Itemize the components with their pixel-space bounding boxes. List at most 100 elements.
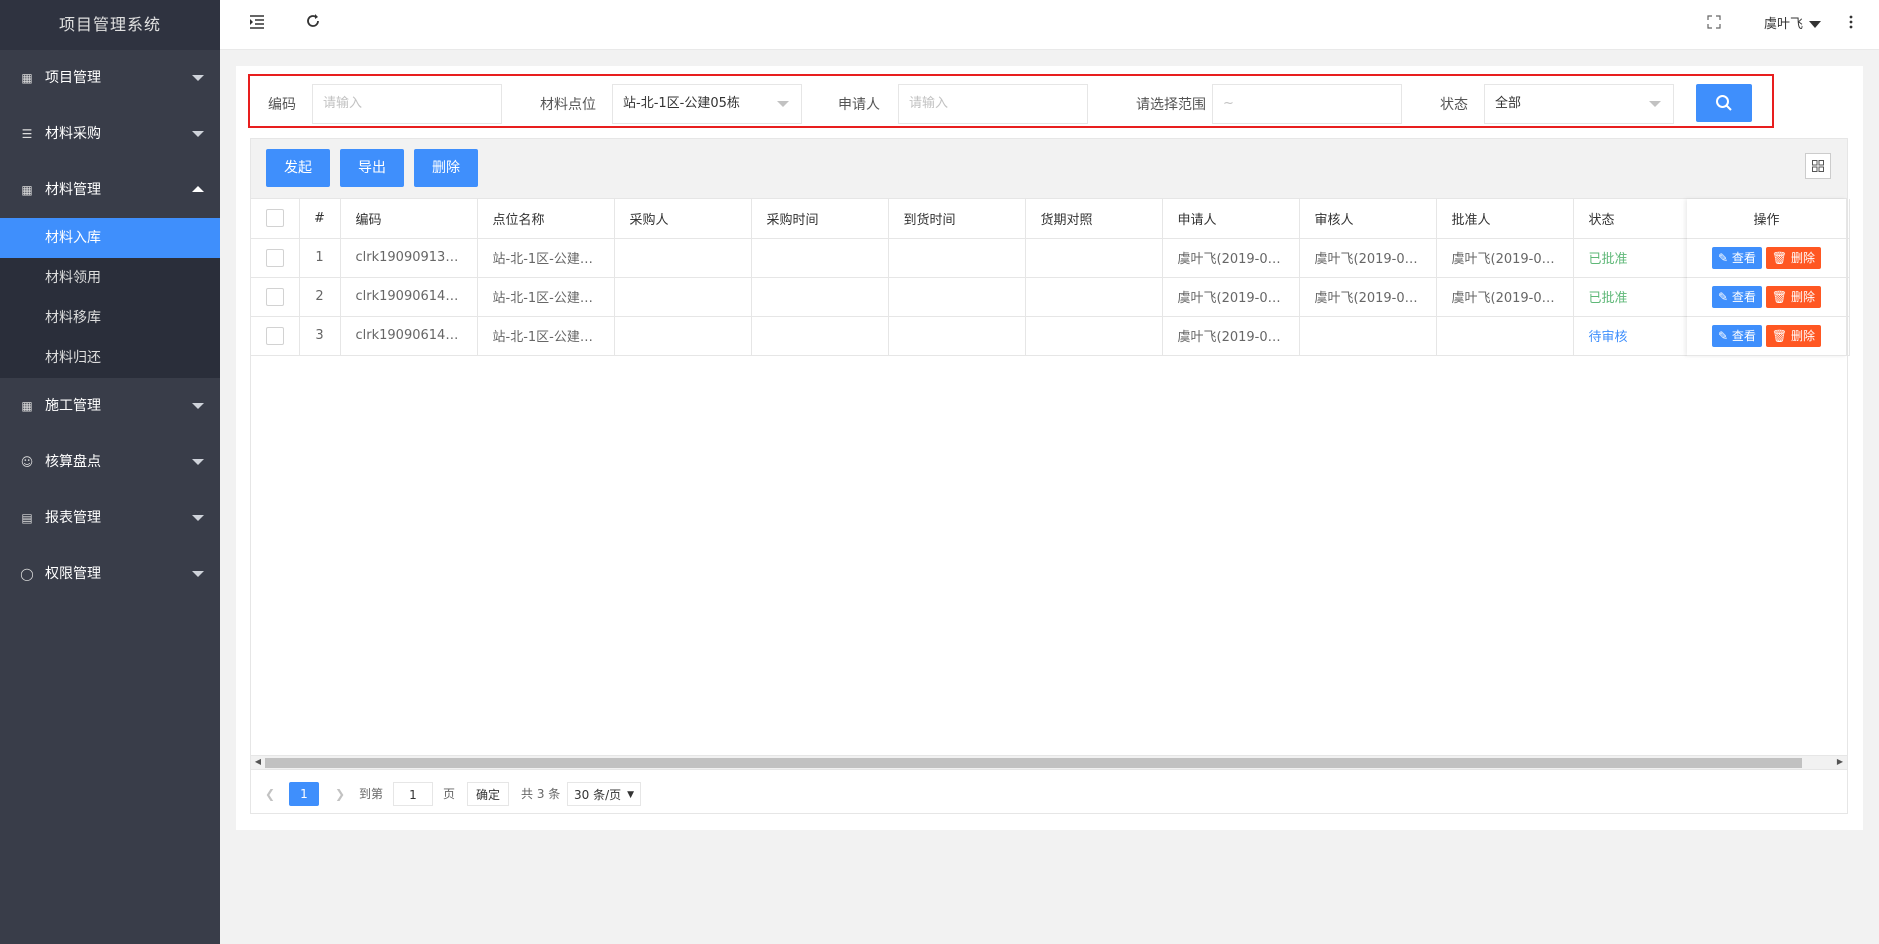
view-button-label: 查看 bbox=[1731, 289, 1756, 304]
sidebar-item-purchase[interactable]: ☰ 材料采购 bbox=[0, 106, 220, 162]
cell-applicant: 虞叶飞(2019-0… bbox=[1162, 316, 1300, 356]
goto-confirm-button[interactable]: 确定 bbox=[467, 782, 510, 806]
cell-arrive-time bbox=[888, 277, 1026, 317]
applicant-input[interactable]: 请输入 bbox=[898, 84, 1088, 124]
col-header-buy-time[interactable]: 采购时间 bbox=[751, 199, 889, 239]
table-header-row: # 编码 点位名称 采购人 采购时间 到货时间 货期对照 申请人 审核人 批准人… bbox=[251, 199, 1850, 239]
goto-page-input[interactable]: 1 bbox=[393, 782, 433, 806]
sidebar-item-label: 报表管理 bbox=[45, 510, 101, 526]
cell-compare bbox=[1025, 277, 1163, 317]
submenu-item-transfer[interactable]: 材料移库 bbox=[0, 298, 220, 338]
cell-compare bbox=[1025, 238, 1163, 278]
submenu-item-return[interactable]: 材料归还 bbox=[0, 338, 220, 378]
row-checkbox[interactable] bbox=[265, 326, 284, 345]
sidebar-item-reports[interactable]: ▤ 报表管理 bbox=[0, 490, 220, 546]
submenu-item-inbound[interactable]: 材料入库 bbox=[0, 218, 220, 258]
menu-collapse-icon[interactable] bbox=[246, 13, 268, 35]
user-menu[interactable]: 虞叶飞 bbox=[1764, 0, 1821, 50]
col-header-point[interactable]: 点位名称 bbox=[477, 199, 615, 239]
row-delete-button[interactable]: 🗑 删除 bbox=[1765, 285, 1821, 308]
chevron-down-icon bbox=[192, 515, 204, 521]
delete-button-label: 删除 bbox=[1790, 289, 1815, 304]
row-checkbox[interactable] bbox=[265, 248, 284, 267]
page-number-current[interactable]: 1 bbox=[289, 782, 319, 806]
row-checkbox-cell[interactable] bbox=[251, 238, 300, 278]
view-button[interactable]: ✎ 查看 bbox=[1712, 285, 1762, 308]
fullscreen-icon[interactable] bbox=[1703, 13, 1725, 35]
cell-status: 待审核 bbox=[1573, 316, 1690, 356]
export-button[interactable]: 导出 bbox=[340, 149, 404, 187]
column-filter-button[interactable] bbox=[1805, 153, 1831, 179]
row-checkbox[interactable] bbox=[265, 287, 284, 306]
sidebar-item-material[interactable]: ▦ 材料管理 bbox=[0, 162, 220, 218]
point-select[interactable]: 站-北-1区-公建05栋 bbox=[612, 84, 802, 124]
code-input[interactable]: 请输入 bbox=[312, 84, 502, 124]
actions-cell: ✎ 查看 🗑 删除 bbox=[1687, 316, 1847, 356]
applicant-label: 申请人 bbox=[838, 97, 880, 113]
view-button[interactable]: ✎ 查看 bbox=[1712, 324, 1762, 347]
select-all-checkbox[interactable] bbox=[265, 209, 284, 228]
table-row[interactable]: 1 clrk1909091343… 站-北-1区-公建… 虞叶飞(2019-0…… bbox=[251, 238, 1850, 278]
next-page-icon[interactable]: ❯ bbox=[335, 782, 345, 806]
delete-button-label: 删除 bbox=[1790, 250, 1815, 265]
submenu-item-requisition[interactable]: 材料领用 bbox=[0, 258, 220, 298]
col-header-status[interactable]: 状态 bbox=[1573, 199, 1690, 239]
chevron-down-icon bbox=[192, 131, 204, 137]
row-delete-button[interactable]: 🗑 删除 bbox=[1765, 246, 1821, 269]
row-checkbox-cell[interactable] bbox=[251, 277, 300, 317]
row-delete-button[interactable]: 🗑 删除 bbox=[1765, 324, 1821, 347]
scroll-left-icon[interactable]: ◀ bbox=[252, 757, 264, 766]
page-size-value: 30 条/页 bbox=[574, 788, 622, 802]
chevron-down-icon bbox=[192, 75, 204, 81]
cell-index: 2 bbox=[299, 277, 341, 317]
cell-code: clrk1909061422… bbox=[340, 316, 478, 356]
sidebar-item-label: 材料采购 bbox=[45, 126, 101, 142]
sidebar-item-label: 核算盘点 bbox=[45, 454, 101, 470]
point-label: 材料点位 bbox=[540, 97, 596, 113]
sidebar-item-permissions[interactable]: ◯ 权限管理 bbox=[0, 546, 220, 602]
cell-code: clrk1909061422… bbox=[340, 277, 478, 317]
table-row[interactable]: 3 clrk1909061422… 站-北-1区-公建… 虞叶飞(2019-0…… bbox=[251, 316, 1850, 356]
cell-status: 已批准 bbox=[1573, 238, 1690, 278]
grid-icon: ▦ bbox=[21, 71, 33, 85]
code-label: 编码 bbox=[268, 97, 296, 113]
data-table: # 编码 点位名称 采购人 采购时间 到货时间 货期对照 申请人 审核人 批准人… bbox=[251, 199, 1850, 356]
chevron-down-icon bbox=[192, 403, 204, 409]
caret-down-icon bbox=[1809, 21, 1821, 28]
cell-buyer bbox=[614, 238, 752, 278]
sidebar-item-label: 项目管理 bbox=[45, 70, 101, 86]
col-header-applicant[interactable]: 申请人 bbox=[1162, 199, 1300, 239]
row-checkbox-cell[interactable] bbox=[251, 316, 300, 356]
prev-page-icon[interactable]: ❮ bbox=[265, 782, 275, 806]
col-header-code[interactable]: 编码 bbox=[340, 199, 478, 239]
col-header-buyer[interactable]: 采购人 bbox=[614, 199, 752, 239]
table-row-actions: ✎ 查看 🗑 删除 bbox=[1687, 238, 1847, 278]
horizontal-scrollbar[interactable]: ◀ ▶ bbox=[251, 755, 1847, 769]
col-header-arrive-time[interactable]: 到货时间 bbox=[888, 199, 1026, 239]
refresh-icon[interactable] bbox=[302, 13, 324, 35]
table-row[interactable]: 2 clrk1909061422… 站-北-1区-公建… 虞叶飞(2019-0…… bbox=[251, 277, 1850, 317]
more-vertical-icon[interactable] bbox=[1840, 13, 1862, 35]
scrollbar-thumb[interactable] bbox=[265, 758, 1802, 768]
launch-button[interactable]: 发起 bbox=[266, 149, 330, 187]
sidebar-item-project[interactable]: ▦ 项目管理 bbox=[0, 50, 220, 106]
delete-button[interactable]: 删除 bbox=[414, 149, 478, 187]
scroll-right-icon[interactable]: ▶ bbox=[1834, 757, 1846, 766]
report-icon: ▤ bbox=[21, 511, 33, 525]
grid-icon: ▦ bbox=[21, 399, 33, 413]
col-header-compare[interactable]: 货期对照 bbox=[1025, 199, 1163, 239]
point-value: 站-北-1区-公建05栋 bbox=[623, 96, 740, 111]
date-range-input[interactable]: ~ bbox=[1212, 84, 1402, 124]
search-button[interactable] bbox=[1696, 84, 1752, 122]
col-header-approver[interactable]: 批准人 bbox=[1436, 199, 1574, 239]
view-button[interactable]: ✎ 查看 bbox=[1712, 246, 1762, 269]
page-size-select[interactable]: 30 条/页 ▼ bbox=[567, 782, 641, 806]
col-header-auditor[interactable]: 审核人 bbox=[1299, 199, 1437, 239]
cell-arrive-time bbox=[888, 238, 1026, 278]
cell-approver: 虞叶飞(2019-0… bbox=[1436, 238, 1574, 278]
select-all-checkbox-cell[interactable] bbox=[251, 199, 300, 239]
sidebar-item-construction[interactable]: ▦ 施工管理 bbox=[0, 378, 220, 434]
status-select[interactable]: 全部 bbox=[1484, 84, 1674, 124]
sidebar-item-accounting[interactable]: ☺ 核算盘点 bbox=[0, 434, 220, 490]
status-label: 状态 bbox=[1440, 97, 1468, 113]
